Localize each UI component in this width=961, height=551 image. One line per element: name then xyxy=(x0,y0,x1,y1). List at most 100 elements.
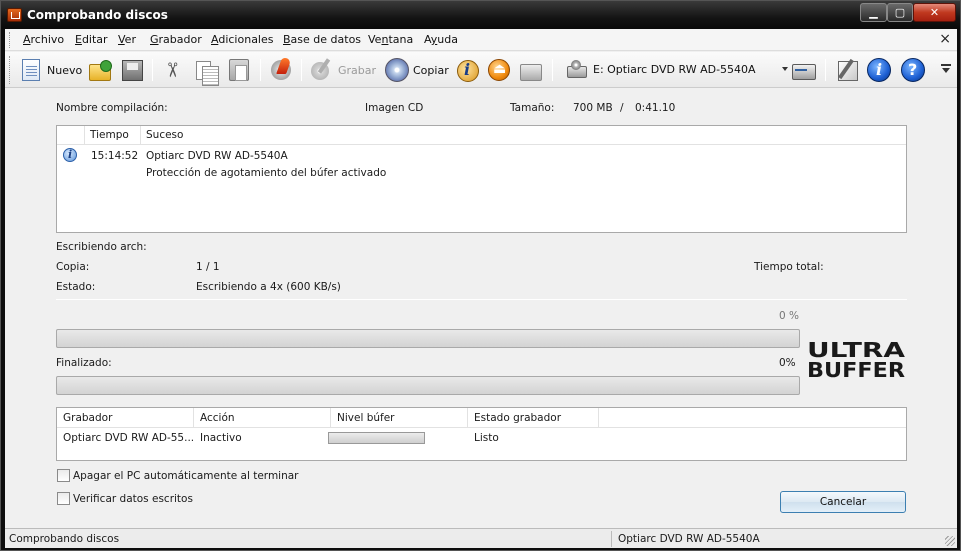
menu-base-de-datos[interactable]: Base de datos xyxy=(283,33,361,46)
column-action[interactable]: Acción xyxy=(194,408,331,428)
log-time: 15:14:52 xyxy=(91,150,139,162)
burn-fire-icon xyxy=(269,58,293,82)
recorders-table[interactable]: Grabador Acción Nivel búfer Estado graba… xyxy=(56,407,907,461)
buffer-level-bar xyxy=(328,432,425,444)
toolbar-separator xyxy=(825,59,826,81)
menu-grip[interactable] xyxy=(9,32,12,48)
event-log[interactable]: Tiempo Suceso 15:14:52 Optiarc DVD RW AD… xyxy=(56,125,907,233)
shutdown-checkbox-box[interactable] xyxy=(57,469,70,482)
status-divider xyxy=(611,531,612,547)
state-value: Escribiendo a 4x (600 KB/s) xyxy=(196,281,341,293)
browse-folder-icon xyxy=(520,64,542,81)
menu-archivo[interactable]: Archivo xyxy=(23,33,64,46)
options-button[interactable] xyxy=(835,56,859,84)
copy-value: 1 / 1 xyxy=(196,261,220,273)
divider xyxy=(56,299,907,300)
copy-disc-icon xyxy=(385,58,409,82)
disc-info-button[interactable] xyxy=(455,56,479,84)
ultrabuffer-logo: ULTRA BUFFER xyxy=(807,340,906,380)
toolbar-separator xyxy=(152,59,153,81)
toolbar-separator xyxy=(260,59,261,81)
save-disk-icon xyxy=(122,59,143,81)
minimize-button[interactable]: ▁ xyxy=(860,3,887,22)
size-separator: / xyxy=(620,102,624,114)
browse-button[interactable] xyxy=(520,56,542,84)
eject-button[interactable] xyxy=(488,56,510,84)
help-button[interactable] xyxy=(901,56,925,84)
finalized-percent: 0% xyxy=(779,357,796,369)
drive-icon xyxy=(566,58,588,80)
track-percent: 0 % xyxy=(779,310,799,322)
menu-ayuda[interactable]: Ayuda xyxy=(424,33,458,46)
paste-button[interactable] xyxy=(229,56,249,84)
log-header: Tiempo Suceso xyxy=(57,126,906,145)
copy-disc-button[interactable]: Copiar xyxy=(385,56,449,84)
log-icon-column[interactable] xyxy=(57,126,85,145)
toolbar-separator xyxy=(552,59,553,81)
help-icon xyxy=(901,58,925,82)
column-empty xyxy=(599,408,906,428)
menu-editar[interactable]: Editar xyxy=(75,33,108,46)
verify-checkbox[interactable]: Verificar datos escritos xyxy=(57,492,193,505)
save-button[interactable] xyxy=(122,56,143,84)
recorder-settings-button[interactable] xyxy=(791,56,816,84)
close-document-icon[interactable]: × xyxy=(939,31,951,47)
cut-scissors-icon xyxy=(162,59,184,81)
recorder-state: Listo xyxy=(474,432,499,444)
shutdown-checkbox[interactable]: Apagar el PC automáticamente al terminar xyxy=(57,469,299,482)
column-recorder[interactable]: Grabador xyxy=(57,408,194,428)
recorder-name: Optiarc DVD RW AD-55... xyxy=(63,432,194,444)
toolbar: Nuevo Grabar Copiar xyxy=(5,52,957,88)
status-drive: Optiarc DVD RW AD-5540A xyxy=(618,533,760,545)
burn-button[interactable]: Grabar xyxy=(310,56,376,84)
log-event: Optiarc DVD RW AD-5540A xyxy=(146,150,288,162)
menu-bar: Archivo Editar Ver Grabador Adicionales … xyxy=(5,29,957,51)
menu-ver[interactable]: Ver xyxy=(118,33,136,46)
title-bar[interactable]: Comprobando discos ▁ ▢ ✕ xyxy=(1,1,960,29)
cancel-button[interactable]: Cancelar xyxy=(780,491,906,513)
burn-compilation-button[interactable] xyxy=(269,56,293,84)
paste-clipboard-icon xyxy=(229,59,249,81)
total-time-label: Tiempo total: xyxy=(754,261,824,273)
copy-button[interactable] xyxy=(196,56,219,86)
shutdown-checkbox-label: Apagar el PC automáticamente al terminar xyxy=(73,469,299,482)
app-icon xyxy=(7,8,22,22)
verify-checkbox-box[interactable] xyxy=(57,492,70,505)
app-window: Comprobando discos ▁ ▢ ✕ Archivo Editar … xyxy=(0,0,961,551)
burn-disc-icon xyxy=(310,58,334,82)
log-event: Protección de agotamiento del búfer acti… xyxy=(146,167,387,179)
finalized-progress-bar xyxy=(56,376,800,395)
log-column-event[interactable]: Suceso xyxy=(141,126,906,145)
writing-file-label: Escribiendo arch: xyxy=(56,241,147,253)
menu-ventana[interactable]: Ventana xyxy=(368,33,413,46)
resize-grip-icon[interactable] xyxy=(945,536,955,546)
log-column-time[interactable]: Tiempo xyxy=(85,126,141,145)
duration-value: 0:41.10 xyxy=(635,102,676,114)
new-button[interactable]: Nuevo xyxy=(19,56,82,84)
open-folder-icon xyxy=(89,60,112,81)
status-bar: Comprobando discos Optiarc DVD RW AD-554… xyxy=(5,528,957,548)
close-window-button[interactable]: ✕ xyxy=(913,3,956,22)
open-button[interactable] xyxy=(89,56,112,84)
compilation-name-label: Nombre compilación: xyxy=(56,102,168,114)
maximize-button[interactable]: ▢ xyxy=(887,3,913,22)
recorder-icon xyxy=(791,58,816,82)
toolbar-grip[interactable] xyxy=(9,56,12,84)
burn-progress-panel: Nombre compilación: Imagen CD Tamaño: 70… xyxy=(5,89,957,526)
cut-button[interactable] xyxy=(162,56,184,84)
window-title: Comprobando discos xyxy=(27,8,168,22)
disc-info-icon xyxy=(455,58,479,82)
copy-disc-label: Copiar xyxy=(413,63,449,77)
copy-icon xyxy=(196,60,219,86)
size-label: Tamaño: xyxy=(510,102,555,114)
chevron-down-icon[interactable] xyxy=(782,67,788,71)
toolbar-overflow-icon[interactable] xyxy=(941,64,951,76)
column-recorder-state[interactable]: Estado grabador xyxy=(468,408,599,428)
menu-adicionales[interactable]: Adicionales xyxy=(211,33,273,46)
column-buffer-level[interactable]: Nivel búfer xyxy=(331,408,468,428)
verify-checkbox-label: Verificar datos escritos xyxy=(73,492,193,505)
info-icon xyxy=(867,58,891,82)
drive-selector[interactable]: E: Optiarc DVD RW AD-5540A xyxy=(565,58,793,80)
about-button[interactable] xyxy=(867,56,891,84)
menu-grabador[interactable]: Grabador xyxy=(150,33,202,46)
